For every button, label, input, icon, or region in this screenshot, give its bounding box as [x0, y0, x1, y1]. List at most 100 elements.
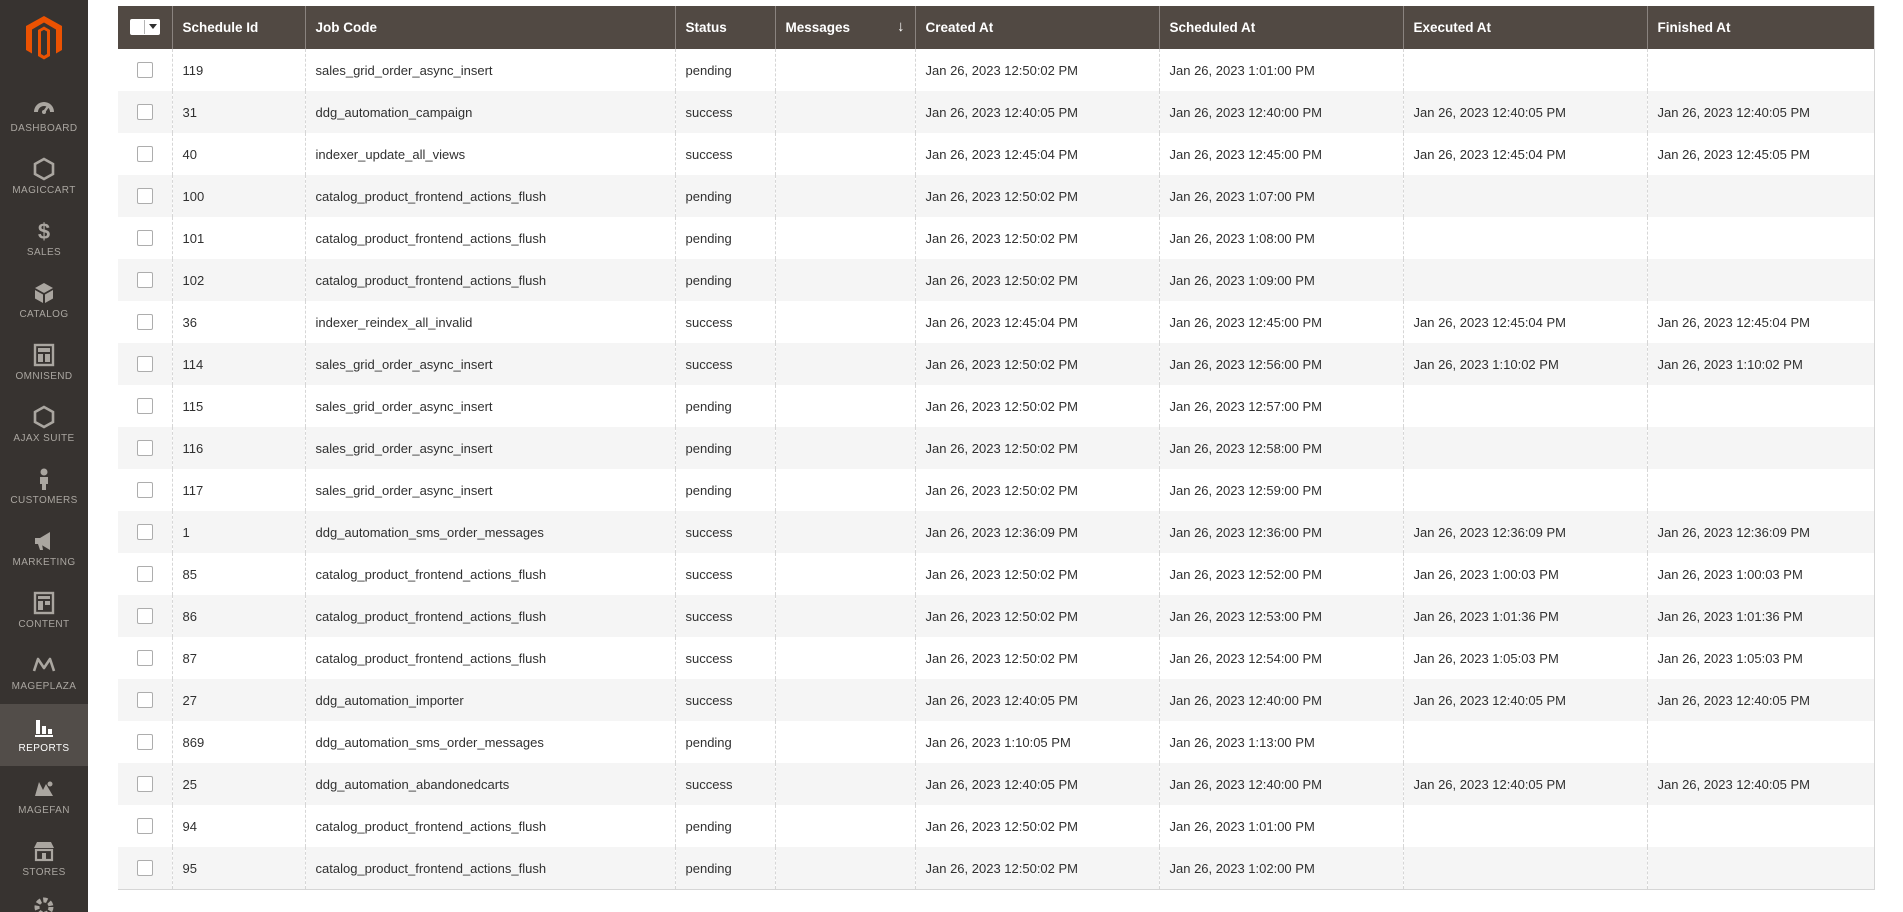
row-select-checkbox[interactable]: [136, 734, 153, 751]
cell-finished-at: [1646, 721, 1874, 763]
sidebar-item-stores[interactable]: STORES: [0, 828, 88, 890]
row-select-checkbox[interactable]: [136, 482, 153, 499]
column-header-schedule-id[interactable]: Schedule Id: [171, 6, 305, 49]
cell-created-at: Jan 26, 2023 12:50:02 PM: [914, 49, 1159, 91]
cell-executed-at: Jan 26, 2023 12:45:04 PM: [1402, 133, 1647, 175]
cell-executed-at: Jan 26, 2023 1:05:03 PM: [1402, 637, 1647, 679]
cell-scheduled-at: Jan 26, 2023 12:53:00 PM: [1158, 595, 1403, 637]
sidebar-item-dashboard[interactable]: DASHBOARD: [0, 84, 88, 146]
row-select-checkbox[interactable]: [136, 440, 153, 457]
row-select-checkbox[interactable]: [136, 314, 153, 331]
row-select-checkbox[interactable]: [136, 650, 153, 667]
cell-status: success: [674, 553, 775, 595]
table-row[interactable]: 86 catalog_product_frontend_actions_flush…: [118, 595, 1874, 637]
cell-schedule-id: 101: [171, 217, 305, 259]
table-row[interactable]: 114 sales_grid_order_async_insert success J…: [118, 343, 1874, 385]
row-select-checkbox[interactable]: [136, 188, 153, 205]
cell-status: pending: [674, 469, 775, 511]
table-row[interactable]: 101 catalog_product_frontend_actions_flus…: [118, 217, 1874, 259]
cell-scheduled-at: Jan 26, 2023 12:36:00 PM: [1158, 511, 1403, 553]
row-select-checkbox[interactable]: [136, 776, 153, 793]
row-select-checkbox[interactable]: [136, 398, 153, 415]
column-header-job-code[interactable]: Job Code: [304, 6, 675, 49]
table-row[interactable]: 116 sales_grid_order_async_insert pending J…: [118, 427, 1874, 469]
column-header-scheduled-at[interactable]: Scheduled At: [1158, 6, 1403, 49]
layout-icon: [31, 342, 57, 368]
table-row[interactable]: 40 indexer_update_all_views success Jan 26,…: [118, 133, 1874, 175]
table-row[interactable]: 95 catalog_product_frontend_actions_flush…: [118, 847, 1874, 890]
table-row[interactable]: 85 catalog_product_frontend_actions_flush…: [118, 553, 1874, 595]
table-row[interactable]: 27 ddg_automation_importer success Jan 26, …: [118, 679, 1874, 721]
row-select-checkbox[interactable]: [136, 104, 153, 121]
cell-messages: [774, 637, 915, 679]
cell-executed-at: Jan 26, 2023 1:01:36 PM: [1402, 595, 1647, 637]
cell-messages: [774, 427, 915, 469]
sidebar-item-ajax-suite[interactable]: AJAX SUITE: [0, 394, 88, 456]
sidebar-item-magiccart[interactable]: MAGICCART: [0, 146, 88, 208]
table-row[interactable]: 115 sales_grid_order_async_insert pending J…: [118, 385, 1874, 427]
row-select-checkbox[interactable]: [136, 356, 153, 373]
cell-schedule-id: 114: [171, 343, 305, 385]
table-row[interactable]: 94 catalog_product_frontend_actions_flush…: [118, 805, 1874, 847]
cell-job-code: catalog_product_frontend_actions_flush: [304, 847, 675, 890]
gear-icon[interactable]: [31, 894, 57, 912]
cell-status: pending: [674, 217, 775, 259]
column-header-finished-at[interactable]: Finished At: [1646, 6, 1874, 49]
sidebar-item-mageplaza[interactable]: MAGEPLAZA: [0, 642, 88, 704]
mass-select-checkbox[interactable]: [130, 19, 145, 34]
cell-created-at: Jan 26, 2023 12:50:02 PM: [914, 637, 1159, 679]
table-row[interactable]: 869 ddg_automation_sms_order_messages pend…: [118, 721, 1874, 763]
row-select-checkbox[interactable]: [136, 62, 153, 79]
sidebar-item-omnisend[interactable]: OMNISEND: [0, 332, 88, 394]
table-row[interactable]: 102 catalog_product_frontend_actions_flus…: [118, 259, 1874, 301]
cell-job-code: sales_grid_order_async_insert: [304, 469, 675, 511]
table-row[interactable]: 1 ddg_automation_sms_order_messages succes…: [118, 511, 1874, 553]
cell-executed-at: [1402, 259, 1647, 301]
row-select-checkbox[interactable]: [136, 566, 153, 583]
cell-messages: [774, 259, 915, 301]
sidebar-item-reports[interactable]: REPORTS: [0, 704, 88, 766]
table-row[interactable]: 87 catalog_product_frontend_actions_flush…: [118, 637, 1874, 679]
table-row[interactable]: 36 indexer_reindex_all_invalid success Jan …: [118, 301, 1874, 343]
column-header-created-at[interactable]: Created At: [914, 6, 1159, 49]
row-select-checkbox[interactable]: [136, 818, 153, 835]
magento-logo-icon[interactable]: [24, 14, 64, 62]
cell-executed-at: Jan 26, 2023 1:00:03 PM: [1402, 553, 1647, 595]
grid-table: Schedule Id Job Code Status Messages ↓ C…: [118, 6, 1875, 890]
row-select-checkbox[interactable]: [136, 272, 153, 289]
row-select-checkbox[interactable]: [136, 692, 153, 709]
table-row[interactable]: 31 ddg_automation_campaign success Jan 26, …: [118, 91, 1874, 133]
table-row[interactable]: 100 catalog_product_frontend_actions_flus…: [118, 175, 1874, 217]
cell-messages: [774, 805, 915, 847]
sidebar-item-label: CUSTOMERS: [10, 495, 78, 506]
sidebar-item-customers[interactable]: CUSTOMERS: [0, 456, 88, 518]
cell-schedule-id: 25: [171, 763, 305, 805]
cell-executed-at: [1402, 469, 1647, 511]
row-select-checkbox[interactable]: [136, 860, 153, 877]
cell-messages: [774, 721, 915, 763]
sidebar-item-magefan[interactable]: MAGEFAN: [0, 766, 88, 828]
box-icon: [31, 280, 57, 306]
chevron-down-icon[interactable]: [149, 24, 157, 29]
column-header-executed-at[interactable]: Executed At: [1402, 6, 1647, 49]
table-row[interactable]: 25 ddg_automation_abandonedcarts success Ja…: [118, 763, 1874, 805]
table-row[interactable]: 119 sales_grid_order_async_insert pending J…: [118, 49, 1874, 91]
row-select-checkbox[interactable]: [136, 608, 153, 625]
cell-status: success: [674, 301, 775, 343]
sidebar-item-sales[interactable]: $ SALES: [0, 208, 88, 270]
sidebar-item-catalog[interactable]: CATALOG: [0, 270, 88, 332]
row-select-checkbox[interactable]: [136, 146, 153, 163]
dollar-icon: $: [31, 218, 57, 244]
sidebar-item-marketing[interactable]: MARKETING: [0, 518, 88, 580]
row-select-checkbox[interactable]: [136, 230, 153, 247]
mass-select-dropdown[interactable]: [130, 18, 160, 35]
cell-messages: [774, 175, 915, 217]
row-select-cell: [118, 637, 172, 679]
row-select-checkbox[interactable]: [136, 524, 153, 541]
cell-job-code: catalog_product_frontend_actions_flush: [304, 595, 675, 637]
cell-finished-at: [1646, 49, 1874, 91]
column-header-status[interactable]: Status: [674, 6, 775, 49]
sidebar-item-content[interactable]: CONTENT: [0, 580, 88, 642]
column-header-messages[interactable]: Messages ↓: [774, 6, 915, 49]
table-row[interactable]: 117 sales_grid_order_async_insert pending J…: [118, 469, 1874, 511]
